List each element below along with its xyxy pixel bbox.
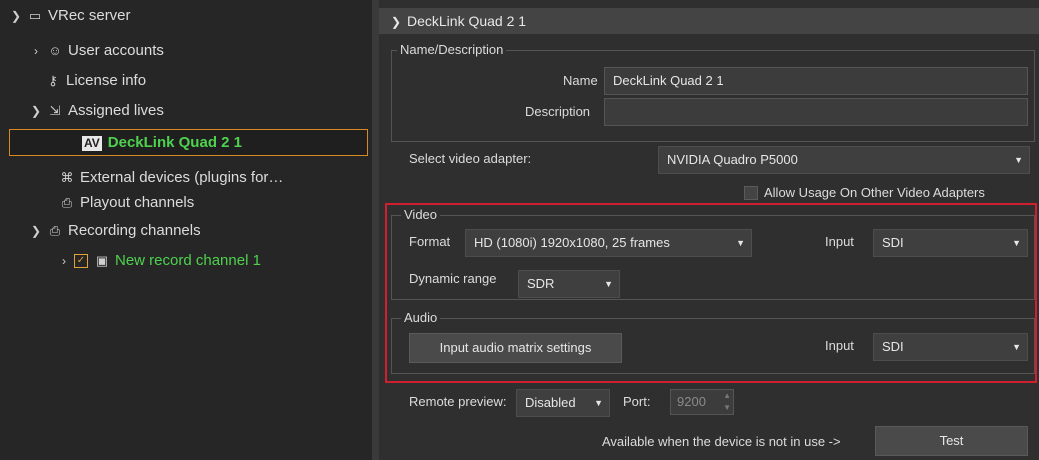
panel-title: DeckLink Quad 2 1 (407, 13, 527, 29)
tree-item-label: User accounts (68, 42, 164, 59)
format-label: Format (409, 234, 451, 249)
port-label: Port: (623, 394, 651, 409)
remote-preview-select[interactable]: Disabled ▼ (516, 389, 610, 417)
dynamic-range-label: Dynamic range (409, 271, 497, 286)
allow-usage-label: Allow Usage On Other Video Adapters (764, 185, 985, 200)
audio-matrix-settings-button[interactable]: Input audio matrix settings (409, 333, 622, 363)
tree-panel: ❯ ▭ VRec server › ☺ User accounts ⚷ License i… (0, 0, 373, 460)
audio-input-label: Input (825, 338, 854, 353)
audio-input-select[interactable]: SDI ▼ (873, 333, 1028, 361)
tree-item-label: External devices (plugins for… (80, 169, 284, 186)
chevron-down-icon[interactable]: ❯ (8, 3, 24, 29)
tree-item-new-record-channel[interactable]: › ✓ ▣ New record channel 1 (56, 248, 261, 274)
dropdown-arrow-icon: ▼ (736, 238, 745, 248)
tree-item-label: Playout channels (80, 194, 195, 211)
video-adapter-select[interactable]: NVIDIA Quadro P5000 ▼ (658, 146, 1030, 174)
dropdown-arrow-icon: ▼ (1012, 238, 1021, 248)
select-value: NVIDIA Quadro P5000 (667, 152, 798, 167)
group-legend: Audio (401, 311, 441, 325)
monitor-icon: ▭ (28, 8, 42, 23)
chevron-right-icon[interactable]: › (56, 248, 72, 274)
tree-item-playout-channels[interactable]: ⎙ Playout channels (58, 190, 194, 216)
tree-item-label: VRec server (48, 7, 131, 24)
name-description-group (391, 50, 1035, 142)
description-label: Description (525, 104, 591, 119)
tree-item-label: License info (66, 72, 147, 89)
tree-item-label: New record channel 1 (115, 252, 261, 269)
tree-item-decklink[interactable]: AV DeckLink Quad 2 1 (82, 130, 242, 156)
test-button[interactable]: Test (875, 426, 1028, 456)
select-value: HD (1080i) 1920x1080, 25 frames (474, 235, 670, 250)
select-value: SDI (882, 235, 904, 250)
allow-usage-checkbox[interactable] (744, 186, 758, 200)
tree-item-server[interactable]: ❯ ▭ VRec server (8, 3, 131, 29)
av-badge-icon: AV (82, 135, 102, 151)
panel-header[interactable]: ❯ DeckLink Quad 2 1 (379, 8, 1039, 34)
chevron-right-icon[interactable]: › (28, 38, 44, 64)
availability-note: Available when the device is not in use … (602, 434, 841, 449)
dynamic-range-select[interactable]: SDR ▼ (518, 270, 620, 298)
format-select[interactable]: HD (1080i) 1920x1080, 25 frames ▼ (465, 229, 752, 257)
key-icon: ⚷ (48, 73, 58, 88)
chevron-down-icon[interactable]: ❯ (385, 9, 407, 35)
description-field[interactable] (604, 98, 1028, 126)
tree-item-user-accounts[interactable]: › ☺ User accounts (28, 38, 164, 64)
dropdown-arrow-icon: ▼ (604, 279, 613, 289)
assign-icon: ⇲ (49, 103, 61, 118)
select-value: SDR (527, 276, 555, 291)
tree-item-label: Recording channels (68, 222, 201, 239)
port-value: 9200 (677, 394, 706, 409)
select-value: Disabled (525, 395, 576, 410)
users-icon: ☺ (48, 43, 62, 58)
video-input-label: Input (825, 234, 854, 249)
tree-item-assigned-lives[interactable]: ❯ ⇲ Assigned lives (28, 98, 164, 124)
group-legend: Name/Description (397, 43, 507, 57)
select-value: SDI (882, 339, 904, 354)
video-adapter-label: Select video adapter: (409, 151, 532, 166)
channel-icon: ⎙ (49, 223, 61, 238)
group-legend: Video (401, 208, 441, 222)
video-input-select[interactable]: SDI ▼ (873, 229, 1028, 257)
tree-item-recording-channels[interactable]: ❯ ⎙ Recording channels (28, 218, 201, 244)
tree-item-label: Assigned lives (68, 102, 164, 119)
record-icon: ▣ (95, 253, 109, 268)
tree-item-license-info[interactable]: ⚷ License info (44, 68, 146, 94)
chevron-down-icon[interactable]: ❯ (28, 218, 44, 244)
name-label: Name (563, 73, 598, 88)
dropdown-arrow-icon: ▼ (1014, 155, 1023, 165)
spinner-arrows-icon[interactable]: ▲ ▼ (723, 390, 731, 414)
name-field[interactable]: DeckLink Quad 2 1 (604, 67, 1028, 95)
port-spinner[interactable]: 9200 ▲ ▼ (670, 389, 734, 415)
dropdown-arrow-icon: ▼ (594, 398, 603, 408)
remote-preview-label: Remote preview: (409, 394, 507, 409)
chevron-down-icon[interactable]: ❯ (28, 98, 44, 124)
checkbox-icon[interactable]: ✓ (74, 254, 88, 269)
channel-icon: ⎙ (61, 195, 73, 210)
tree-item-label: DeckLink Quad 2 1 (107, 134, 242, 151)
dropdown-arrow-icon: ▼ (1012, 342, 1021, 352)
plugin-icon: ⌘ (60, 170, 74, 185)
tree-item-external-devices[interactable]: ⌘ External devices (plugins for… (58, 165, 284, 191)
